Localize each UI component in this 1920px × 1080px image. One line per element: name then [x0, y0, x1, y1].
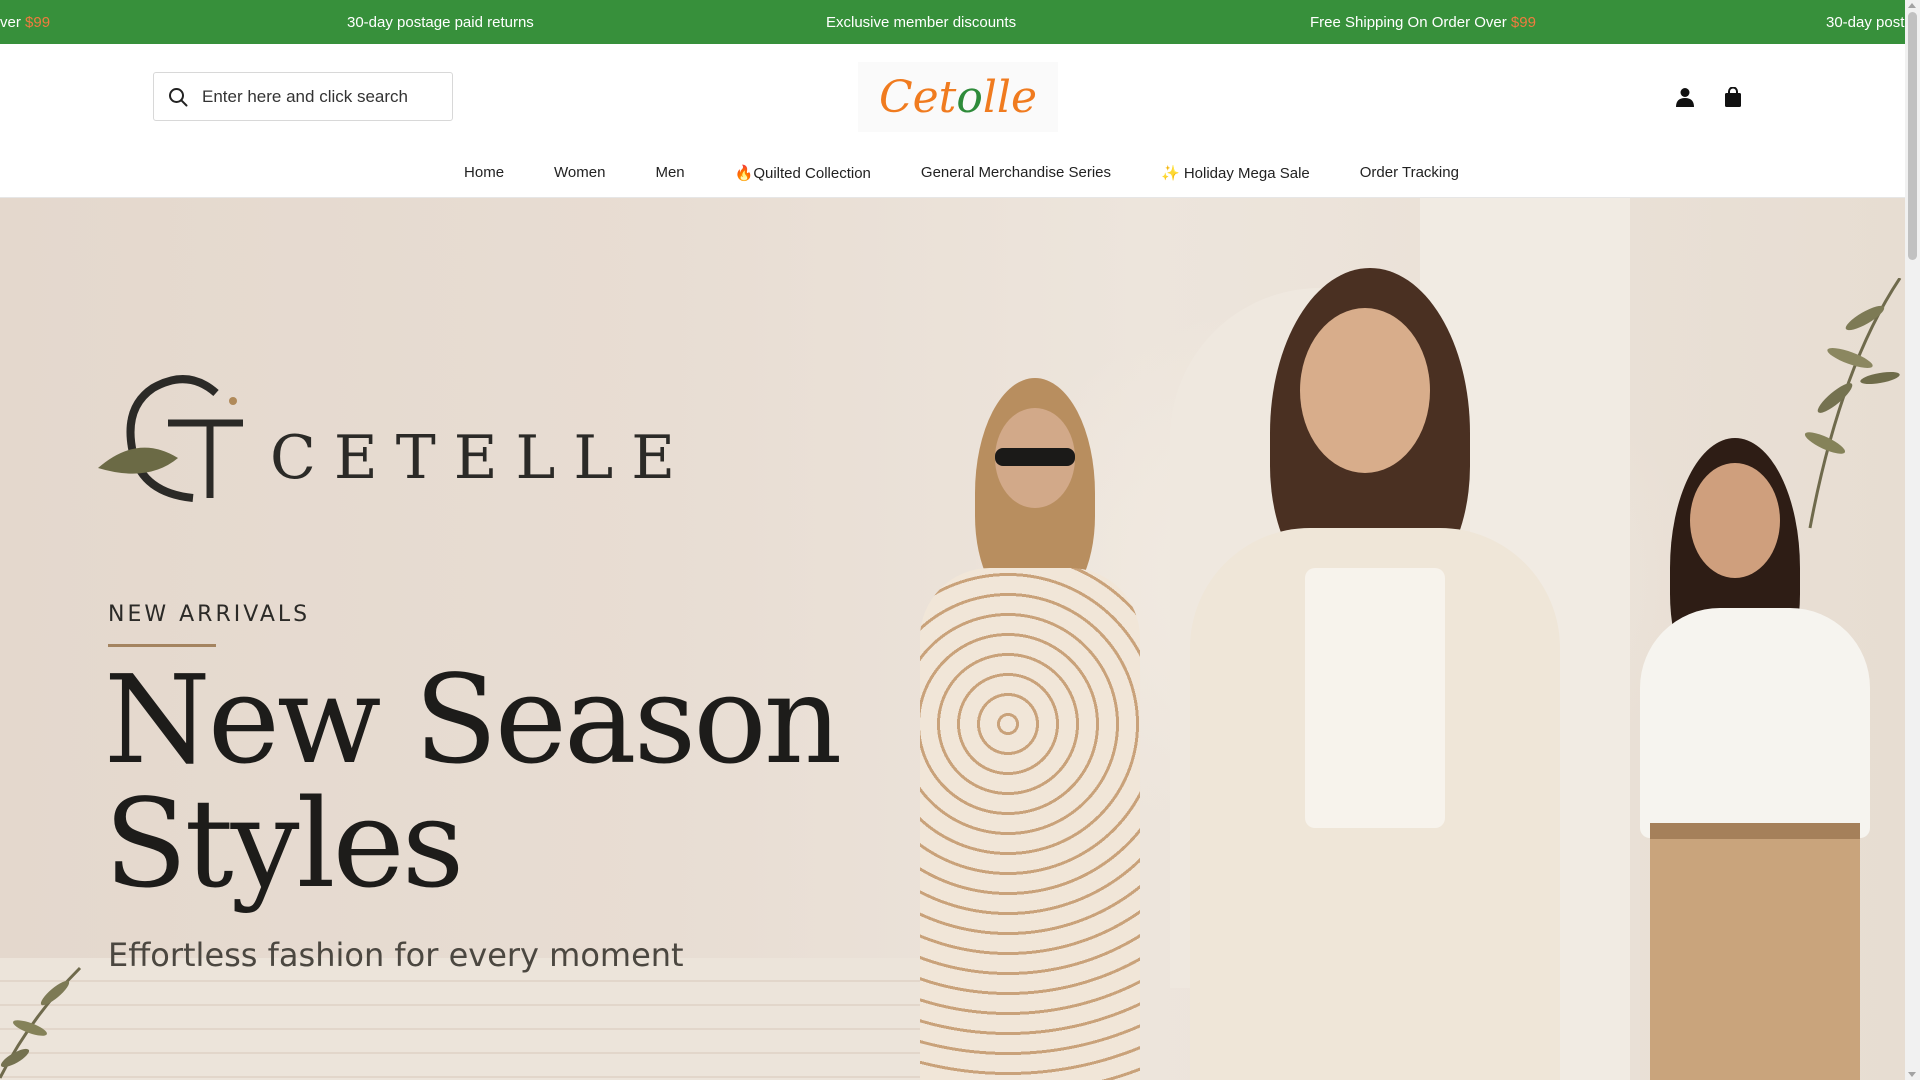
hero-model-right	[1620, 438, 1880, 1080]
hero-eyebrow: NEW ARRIVALS	[108, 602, 311, 627]
announcement-amount: $99	[25, 14, 51, 31]
scroll-down-icon[interactable]	[1908, 1072, 1916, 1077]
shopping-bag-icon[interactable]	[1720, 84, 1746, 110]
hero-background-steps	[0, 958, 1000, 1080]
announcement-item: ver $99	[0, 14, 51, 31]
search-input[interactable]	[202, 86, 442, 107]
site-logo[interactable]: Cet o lle	[858, 62, 1058, 132]
nav-item-quilted-collection[interactable]: 🔥Quilted Collection	[735, 164, 871, 188]
search-box[interactable]	[153, 72, 453, 121]
hero-model-left	[900, 378, 1160, 1080]
hero-headline-line2: Styles	[104, 773, 464, 915]
hero-eyebrow-divider	[108, 644, 216, 647]
page-scrollbar[interactable]	[1905, 0, 1920, 1080]
hero-brand-name: CETELLE	[270, 423, 694, 493]
main-nav: Home Women Men 🔥Quilted Collection Gener…	[0, 164, 1905, 188]
olive-branch-icon	[0, 966, 82, 1079]
announcement-item: 30-day postage paid returns	[347, 14, 534, 31]
hero-tagline: Effortless fashion for every moment	[108, 936, 684, 974]
hero-headline-line1: New Season	[104, 649, 842, 791]
nav-item-order-tracking[interactable]: Order Tracking	[1360, 164, 1459, 188]
hero-model-center	[1160, 268, 1590, 1080]
nav-item-general-merchandise[interactable]: General Merchandise Series	[921, 164, 1111, 188]
nav-item-holiday-sale[interactable]: ✨ Holiday Mega Sale	[1161, 164, 1310, 188]
nav-item-men[interactable]: Men	[655, 164, 684, 188]
user-icon[interactable]	[1672, 84, 1698, 110]
scroll-up-icon[interactable]	[1908, 3, 1916, 8]
search-icon[interactable]	[154, 73, 202, 120]
site-header: Cetolle Home Women Men 🔥Quilted Collecti…	[0, 44, 1905, 198]
announcement-amount: $99	[1510, 14, 1536, 31]
page: ver $99 30-day postage paid returns Excl…	[0, 0, 1905, 1080]
nav-item-home[interactable]: Home	[464, 164, 504, 188]
hero-banner[interactable]: CETELLE NEW ARRIVALS New Season Styles E…	[0, 198, 1905, 1080]
announcement-item: 30-day posta	[1826, 14, 1905, 31]
nav-item-women[interactable]: Women	[554, 164, 605, 188]
brand-monogram-icon	[98, 375, 243, 502]
announcement-bar: ver $99 30-day postage paid returns Excl…	[0, 0, 1905, 44]
hero-headline: New Season Styles	[104, 649, 842, 915]
announcement-item: Free Shipping On Order Over $99	[1310, 14, 1536, 31]
scrollbar-thumb[interactable]	[1908, 12, 1917, 260]
announcement-item: Exclusive member discounts	[826, 14, 1017, 31]
